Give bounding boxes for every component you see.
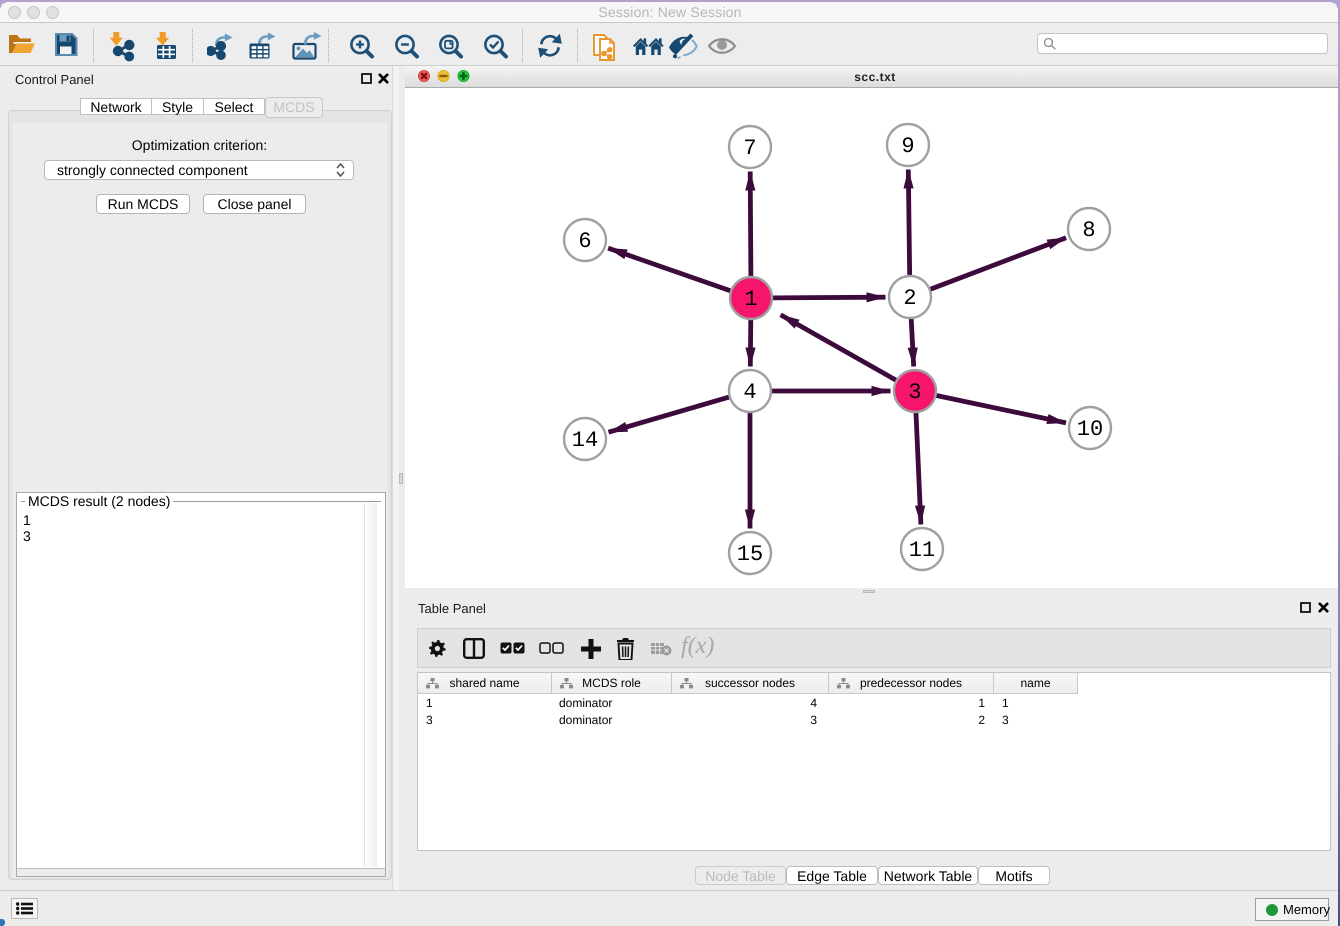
svg-text:7: 7 <box>743 136 756 161</box>
svg-text:8: 8 <box>1082 218 1095 243</box>
svg-text:10: 10 <box>1077 417 1103 442</box>
svg-text:1: 1 <box>744 287 757 312</box>
svg-text:6: 6 <box>578 229 591 254</box>
svg-text:11: 11 <box>909 538 935 563</box>
svg-text:3: 3 <box>908 380 921 405</box>
svg-text:2: 2 <box>903 286 916 311</box>
svg-text:14: 14 <box>572 428 598 453</box>
svg-text:4: 4 <box>743 380 756 405</box>
svg-text:15: 15 <box>737 542 763 567</box>
svg-text:9: 9 <box>901 134 914 159</box>
